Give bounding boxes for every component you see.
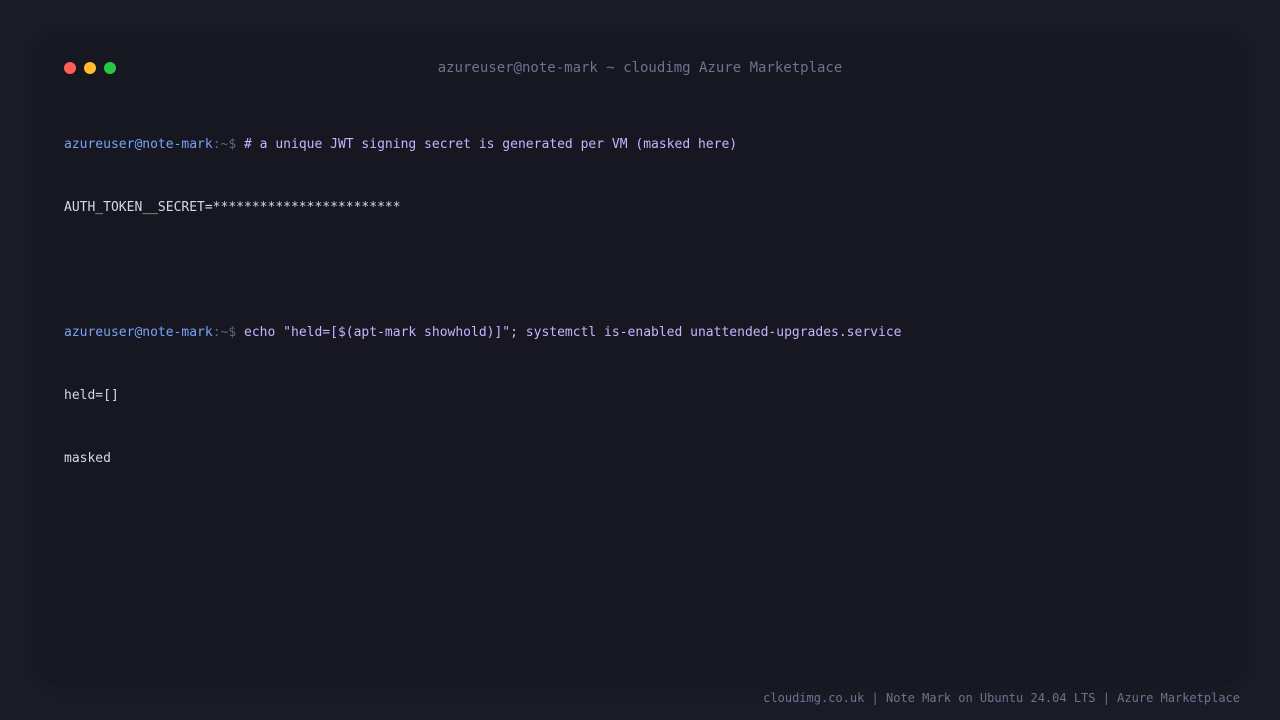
output-line: AUTH_TOKEN__SECRET=*********************… (64, 200, 401, 215)
window-title: azureuser@note-mark ~ cloudimg Azure Mar… (437, 60, 843, 76)
prompt-user: azureuser@note-mark (64, 137, 213, 152)
command-text: # a unique JWT signing secret is generat… (244, 137, 738, 152)
terminal-output[interactable]: azureuser@note-mark:~$ # a unique JWT si… (64, 92, 1216, 511)
prompt-user: azureuser@note-mark (64, 325, 213, 340)
footer-caption: cloudimg.co.uk | Note Mark on Ubuntu 24.… (763, 691, 1240, 705)
command-line: azureuser@note-mark:~$ echo "held=[$(apt… (64, 322, 1216, 343)
terminal-window: azureuser@note-mark ~ cloudimg Azure Mar… (40, 40, 1240, 682)
command-line: azureuser@note-mark:~$ # a unique JWT si… (64, 134, 1216, 155)
command-text: echo "held=[$(apt-mark showhold)]"; syst… (244, 325, 902, 340)
title-bar: azureuser@note-mark ~ cloudimg Azure Mar… (40, 40, 1240, 96)
output-line: masked (64, 451, 111, 466)
prompt-separator: :~$ (212, 137, 237, 152)
prompt-separator: :~$ (212, 325, 237, 340)
output-line: held=[] (64, 388, 119, 403)
